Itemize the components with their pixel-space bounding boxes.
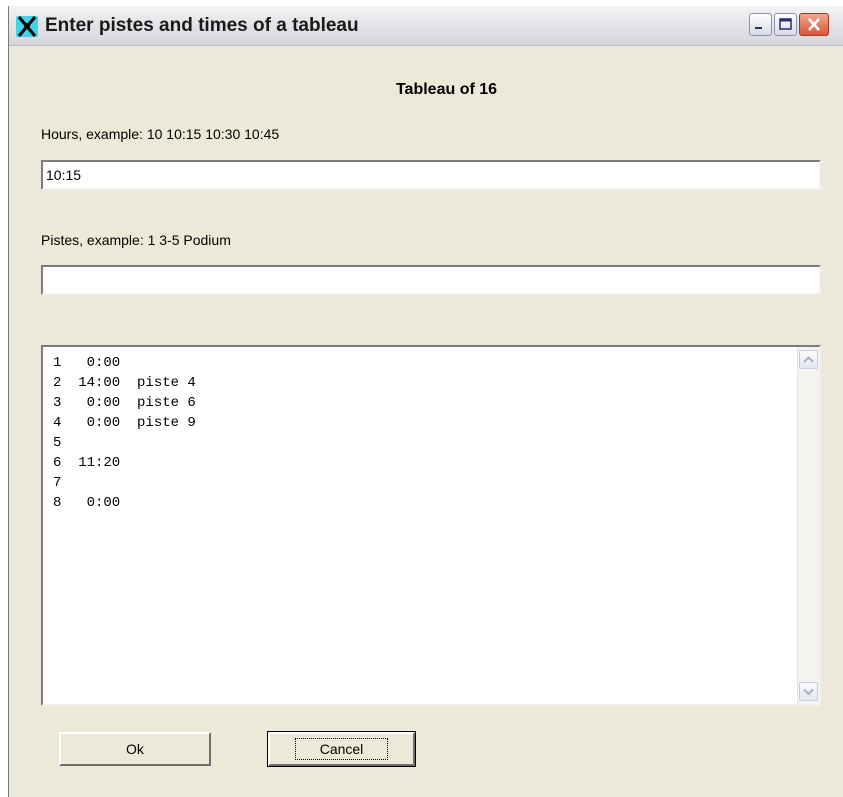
list-item[interactable]: 7 [53,473,793,493]
list-item[interactable]: 3 0:00 piste 6 [53,393,793,413]
minimize-button[interactable] [749,13,772,36]
minimize-icon [750,14,771,35]
dialog-window: Enter pistes and times of a tableau Tabl… [8,6,843,797]
cancel-button-label: Cancel [294,738,389,760]
scroll-down-button[interactable] [799,682,818,701]
schedule-listbox[interactable]: 1 0:00 2 14:00 piste 43 0:00 piste 64 0:0… [41,345,821,706]
cancel-button[interactable]: Cancel [267,731,416,767]
list-item[interactable]: 4 0:00 piste 9 [53,413,793,433]
window-title: Enter pistes and times of a tableau [45,15,359,36]
maximize-icon [775,14,796,35]
list-item[interactable]: 6 11:20 [53,453,793,473]
tableau-heading: Tableau of 16 [395,81,498,98]
fencing-app-icon[interactable] [15,14,39,38]
hours-input[interactable] [41,160,821,190]
chevron-up-icon [800,351,817,368]
list-item[interactable]: 2 14:00 piste 4 [53,373,793,393]
ok-button[interactable]: Ok [59,732,211,766]
dialog-body: Tableau of 16 Hours, example: 10 10:15 1… [9,46,843,797]
title-bar[interactable]: Enter pistes and times of a tableau [9,6,843,46]
list-item[interactable]: 8 0:00 [53,493,793,513]
list-item[interactable]: 5 [53,433,793,453]
close-button[interactable] [799,13,829,36]
chevron-down-icon [800,683,817,700]
pistes-label: Pistes, example: 1 3-5 Podium [41,232,231,248]
pistes-input[interactable] [41,265,821,295]
list-item[interactable]: 1 0:00 [53,353,793,373]
hours-label: Hours, example: 10 10:15 10:30 10:45 [41,126,280,142]
maximize-button[interactable] [774,13,797,36]
vertical-scrollbar[interactable] [797,347,819,704]
scroll-up-button[interactable] [799,350,818,369]
schedule-list: 1 0:00 2 14:00 piste 43 0:00 piste 64 0:0… [53,353,793,513]
close-icon [800,14,828,35]
